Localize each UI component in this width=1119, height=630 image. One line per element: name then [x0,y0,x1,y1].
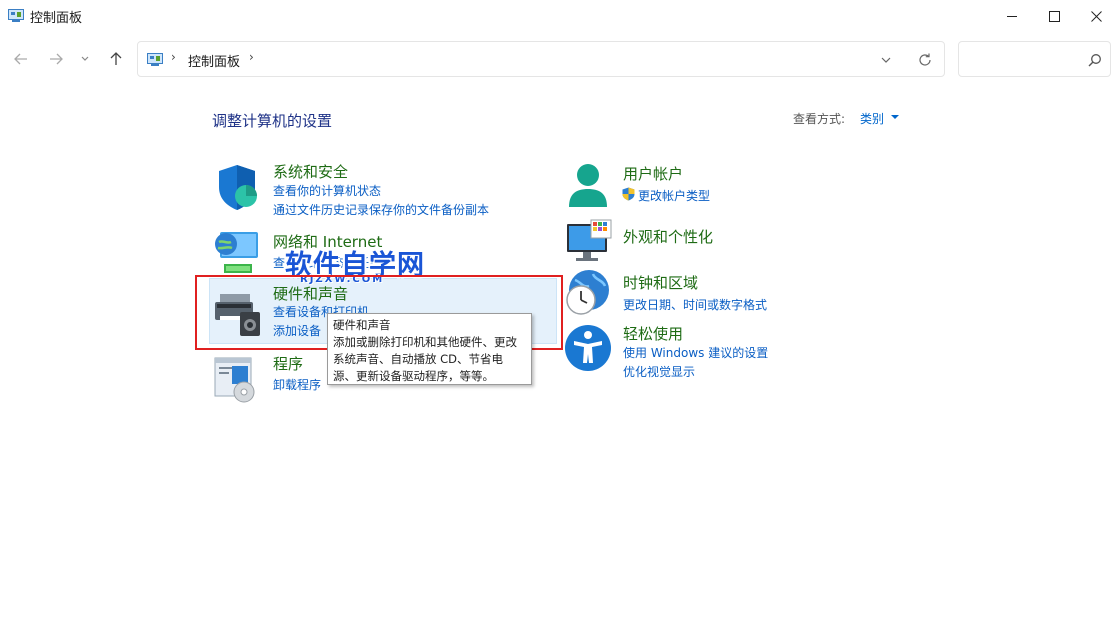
display-personalization-icon [567,219,612,261]
link-recommended-settings[interactable]: 使用 Windows 建议的设置 [623,344,768,361]
refresh-icon[interactable] [917,52,933,68]
minimize-icon [1006,15,1017,17]
up-button[interactable] [104,48,128,70]
maximize-button[interactable] [1031,0,1077,32]
link-uninstall-program[interactable]: 卸载程序 [273,376,321,393]
user-account-icon [569,164,607,207]
close-icon [1090,10,1102,22]
tooltip-title: 硬件和声音 [333,318,391,332]
tooltip-line: 添加或删除打印机和其他硬件、更改 [333,335,517,349]
category-title-programs[interactable]: 程序 [273,353,303,374]
close-button[interactable] [1073,0,1119,32]
recent-locations-button[interactable] [75,48,95,70]
minimize-button[interactable] [989,0,1035,32]
breadcrumb-separator[interactable]: › [249,50,254,64]
chevron-down-icon[interactable] [879,53,893,67]
link-optimize-visual-display[interactable]: 优化视觉显示 [623,363,695,380]
uac-shield-icon [622,187,635,201]
category-title-accounts[interactable]: 用户帐户 [623,163,683,184]
arrow-left-icon [14,53,27,65]
back-button[interactable] [9,48,33,70]
category-title-system[interactable]: 系统和安全 [273,161,348,182]
forward-button[interactable] [44,48,68,70]
link-file-history-backup[interactable]: 通过文件历史记录保存你的文件备份副本 [273,201,489,218]
arrow-right-icon [50,53,63,65]
breadcrumb-separator[interactable]: › [171,50,176,64]
link-view-computer-status[interactable]: 查看你的计算机状态 [273,182,381,199]
tooltip-line: 系统声音、自动播放 CD、节省电 [333,352,504,366]
control-panel-icon [8,9,24,22]
control-panel-icon [147,53,163,66]
arrow-up-icon [110,52,122,65]
window-title: 控制面板 [30,11,83,26]
accessibility-icon [565,325,611,371]
category-title-clock[interactable]: 时钟和区域 [623,272,698,293]
search-box[interactable] [958,41,1111,77]
tooltip-line: 源、更新设备驱动程序，等等。 [333,369,494,383]
link-change-account-type[interactable]: 更改帐户类型 [638,187,710,204]
shield-icon [219,165,257,210]
clock-globe-icon [566,270,609,315]
maximize-icon [1048,10,1060,22]
address-bar[interactable]: › 控制面板 › [137,41,945,77]
programs-icon [214,357,255,403]
category-title-ease[interactable]: 轻松使用 [623,323,683,344]
chevron-down-icon [81,56,89,61]
network-globe-icon [215,232,258,273]
breadcrumb-control-panel[interactable]: 控制面板 [188,51,240,70]
view-by-dropdown[interactable]: 类别 [860,110,884,127]
search-icon [1088,54,1101,67]
page-title: 调整计算机的设置 [212,112,333,130]
title-bar: 控制面板 [0,0,1119,32]
dropdown-arrow-icon[interactable] [891,115,899,119]
link-change-date-time-format[interactable]: 更改日期、时间或数字格式 [623,296,767,313]
hardware-tooltip: 硬件和声音 添加或删除打印机和其他硬件、更改 系统声音、自动播放 CD、节省电 … [327,313,532,385]
view-by-label: 查看方式: [793,112,846,126]
category-title-appearance[interactable]: 外观和个性化 [623,226,713,247]
